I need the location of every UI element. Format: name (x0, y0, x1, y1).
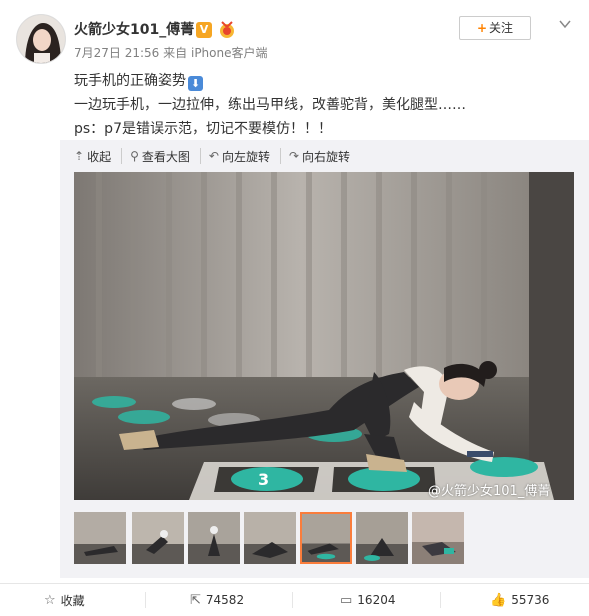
action-bar: ☆ 收藏 ⇱ 74582 ▭ 16204 👍 55736 (0, 583, 589, 615)
star-icon: ☆ (44, 592, 56, 608)
divider (292, 592, 293, 608)
repost-count: 74582 (205, 593, 245, 607)
rotate-left-button[interactable]: ↶ 向左旋转 (199, 148, 270, 164)
rotate-right-label: 向右旋转 (302, 149, 351, 164)
plus-icon: + (476, 21, 488, 35)
thumbnail-1[interactable] (74, 512, 126, 564)
repost-button[interactable]: ⇱ 74582 (190, 584, 244, 616)
arrow-up-icon: ⇡ (74, 149, 85, 163)
follow-button[interactable]: + 关注 (459, 16, 531, 40)
username[interactable]: 火箭少女101_傅菁 (74, 19, 194, 39)
rotate-left-label: 向左旋转 (221, 149, 270, 164)
like-button[interactable]: 👍 55736 (490, 584, 549, 616)
view-large-button[interactable]: ⚲ 查看大图 (121, 148, 190, 164)
collapse-label: 收起 (87, 149, 112, 164)
thumbnail-2[interactable] (132, 512, 184, 564)
thumbnail-5[interactable] (300, 512, 352, 564)
divider (440, 592, 441, 608)
svg-text:3: 3 (258, 470, 269, 489)
comment-button[interactable]: ▭ 16204 (340, 584, 395, 616)
post-source[interactable]: iPhone客户端 (191, 46, 268, 60)
photo-watermark: @火箭少女101_傅菁 (428, 484, 551, 499)
share-icon: ⇱ (190, 592, 201, 608)
rotate-right-button[interactable]: ↷ 向右旋转 (279, 148, 351, 164)
post-text-line-3: ps：p7是错误示范，切记不要模仿！！！ (74, 121, 332, 137)
comment-count: 16204 (357, 593, 396, 607)
thumbnail-4[interactable] (244, 512, 296, 564)
follow-label: 关注 (489, 21, 514, 35)
via-label: 来自 (163, 46, 188, 60)
down-arrow-emoji-icon: ⬇ (188, 76, 203, 91)
rotate-right-icon: ↷ (288, 149, 300, 163)
like-count: 55736 (511, 593, 550, 607)
thumbnail-3[interactable] (188, 512, 240, 564)
post-meta: 7月27日 21:56 来自 iPhone客户端 (74, 44, 268, 61)
view-large-label: 查看大图 (141, 149, 190, 164)
weibo-post-card: 火箭少女101_傅菁 V 7月27日 21:56 来自 iPhone客户端 + 关… (0, 0, 589, 615)
divider (145, 592, 146, 608)
verified-badge: V (196, 22, 212, 38)
chevron-down-icon[interactable] (558, 17, 572, 31)
main-photo[interactable]: 3 (74, 172, 574, 500)
comment-icon: ▭ (340, 592, 353, 608)
collapse-button[interactable]: ⇡ 收起 (74, 148, 111, 164)
thumb-up-icon: 👍 (490, 592, 507, 608)
thumbnail-6[interactable] (356, 512, 408, 564)
favorite-button[interactable]: ☆ 收藏 (44, 584, 85, 616)
rotate-left-icon: ↶ (208, 149, 219, 163)
post-text-1: 玩手机的正确姿势 (74, 73, 186, 89)
thumbnail-7[interactable] (412, 512, 464, 564)
medal-icon[interactable] (218, 20, 236, 40)
avatar[interactable] (16, 14, 66, 64)
post-date[interactable]: 7月27日 21:56 (74, 46, 159, 60)
post-text-line-2: 一边玩手机，一边拉伸，练出马甲线，改善驼背，美化腿型…… (74, 97, 466, 113)
post-text-line-1: 玩手机的正确姿势 ⬇ (74, 70, 203, 91)
favorite-label: 收藏 (60, 593, 85, 608)
media-toolbar: ⇡ 收起 ⚲ 查看大图 ↶ 向左旋转 ↷ 向右旋转 (74, 148, 360, 164)
magnifier-icon: ⚲ (130, 149, 139, 163)
